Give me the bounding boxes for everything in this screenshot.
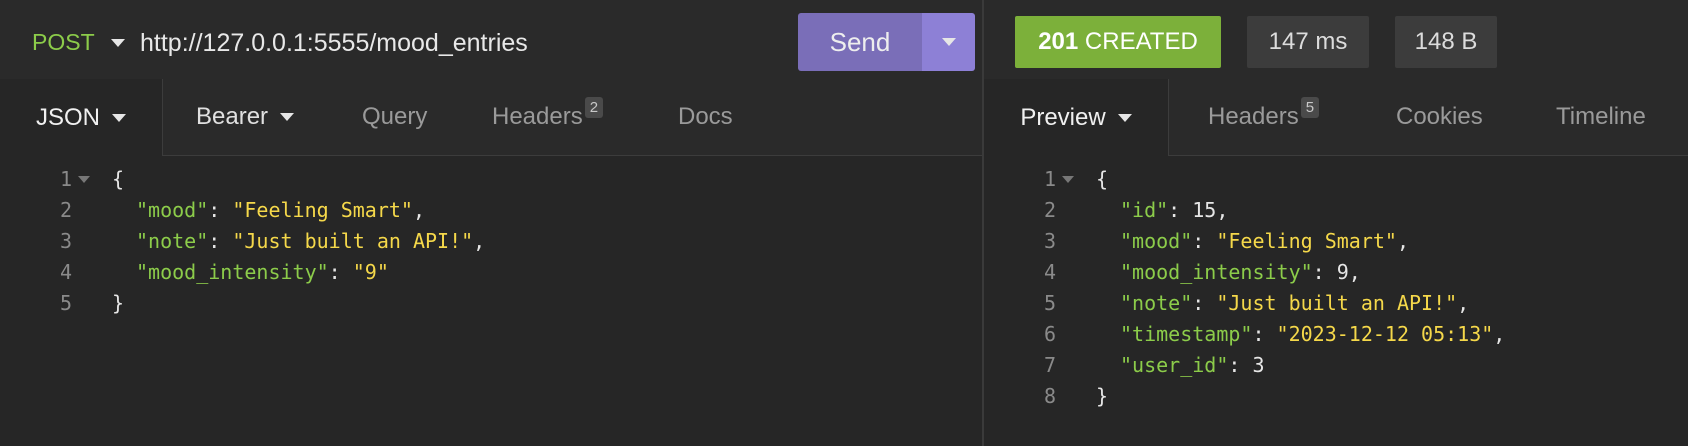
line-number: 5	[1043, 291, 1056, 315]
json-pair: "timestamp": "2023-12-12 05:13",	[1120, 322, 1506, 346]
json-key: "note"	[136, 229, 209, 253]
tab-label: Bearer	[196, 103, 269, 130]
tab-preview[interactable]: Preview	[984, 79, 1169, 156]
json-string-value: "9"	[352, 260, 389, 284]
json-punct: ,	[1493, 322, 1506, 346]
json-punct: ,	[1457, 291, 1470, 315]
json-pair: "mood_intensity": "9"	[136, 260, 389, 284]
brace: {	[112, 167, 125, 191]
request-tabs: JSON Bearer Query Headers 2 Docs	[0, 79, 982, 156]
method-dropdown-icon[interactable]	[111, 39, 125, 47]
line-number: 1	[1043, 167, 1056, 191]
json-key: "mood_intensity"	[1120, 260, 1313, 284]
json-punct: ,	[1216, 198, 1229, 222]
chevron-down-icon	[280, 113, 295, 121]
line-number: 6	[1043, 322, 1056, 346]
response-size: 148 B	[1395, 16, 1497, 68]
tab-timeline[interactable]: Timeline	[1556, 79, 1646, 155]
json-pair: "id": 15,	[1120, 198, 1229, 222]
json-punct: ,	[473, 229, 486, 253]
json-string-value: "2023-12-12 05:13"	[1276, 322, 1494, 346]
status-text: CREATED	[1084, 28, 1198, 55]
json-number-value: 3	[1252, 353, 1265, 377]
request-pane: POST http://127.0.0.1:5555/mood_entries …	[0, 0, 982, 446]
tab-headers[interactable]: Headers 2	[492, 79, 604, 155]
headers-count-badge: 5	[1300, 96, 1320, 118]
url-input[interactable]: http://127.0.0.1:5555/mood_entries	[140, 29, 528, 58]
json-string-value: "Feeling Smart"	[1216, 229, 1397, 253]
tab-label: Cookies	[1396, 103, 1483, 130]
line-number: 7	[1043, 353, 1056, 377]
json-pair: "user_id": 3	[1120, 353, 1265, 377]
brace: {	[1096, 167, 1109, 191]
json-pair: "mood_intensity": 9,	[1120, 260, 1361, 284]
json-punct: ,	[1396, 229, 1410, 253]
line-number: 4	[59, 260, 72, 284]
brace: }	[1096, 384, 1109, 408]
json-string-value: "Just built an API!"	[232, 229, 474, 253]
line-number: 2	[1043, 198, 1056, 222]
json-number-value: 9	[1336, 260, 1349, 284]
line-number: 4	[1043, 260, 1056, 284]
json-pair: "note": "Just built an API!",	[136, 229, 486, 253]
response-pane: 201 CREATED 147 ms 148 B Preview Headers…	[984, 0, 1688, 446]
json-number-value: 15	[1192, 198, 1217, 222]
tab-label: Preview	[1020, 103, 1106, 131]
response-tabs: Preview Headers 5 Cookies Timeline	[984, 79, 1688, 156]
json-punct: ,	[1348, 260, 1361, 284]
tab-label: Docs	[678, 103, 733, 130]
tab-docs[interactable]: Docs	[678, 79, 733, 155]
line-number: 3	[59, 229, 72, 253]
json-string-value: "Just built an API!"	[1216, 291, 1458, 315]
fold-toggle-icon[interactable]	[1062, 176, 1074, 183]
json-key: "mood_intensity"	[136, 260, 329, 284]
json-pair: "mood": "Feeling Smart",	[1120, 229, 1410, 253]
headers-count-badge: 2	[584, 96, 604, 118]
tab-label: Headers	[1208, 103, 1299, 130]
tab-bearer[interactable]: Bearer	[196, 79, 295, 155]
line-number: 8	[1043, 384, 1056, 408]
send-options-button[interactable]	[922, 13, 975, 71]
request-url-bar: POST http://127.0.0.1:5555/mood_entries …	[0, 0, 982, 80]
line-number: 2	[59, 198, 72, 222]
json-key: "mood"	[1120, 229, 1193, 253]
tab-response-headers[interactable]: Headers 5	[1208, 79, 1320, 155]
json-pair: "note": "Just built an API!",	[1120, 291, 1470, 315]
json-key: "user_id"	[1120, 353, 1229, 377]
line-number: 5	[59, 291, 72, 315]
fold-toggle-icon[interactable]	[78, 176, 90, 183]
chevron-down-icon	[941, 38, 956, 46]
method-selector[interactable]: POST	[32, 29, 95, 56]
response-time: 147 ms	[1247, 16, 1369, 68]
tab-query[interactable]: Query	[362, 79, 427, 155]
brace: }	[112, 291, 125, 315]
status-badge: 201 CREATED	[1015, 16, 1221, 68]
json-key: "id"	[1120, 198, 1169, 222]
tab-label: Timeline	[1556, 103, 1646, 130]
tab-label: Query	[362, 103, 428, 130]
json-key: "mood"	[136, 198, 209, 222]
json-punct: ,	[412, 198, 426, 222]
json-pair: "mood": "Feeling Smart",	[136, 198, 426, 222]
status-code: 201	[1038, 28, 1079, 55]
response-status-bar: 201 CREATED 147 ms 148 B	[984, 0, 1688, 80]
chevron-down-icon	[1117, 113, 1132, 122]
json-key: "note"	[1120, 291, 1193, 315]
json-key: "timestamp"	[1120, 322, 1253, 346]
tab-cookies[interactable]: Cookies	[1396, 79, 1483, 155]
chevron-down-icon	[112, 113, 126, 122]
tab-json[interactable]: JSON	[0, 79, 163, 156]
json-string-value: "Feeling Smart"	[232, 198, 413, 222]
tab-label: JSON	[35, 103, 100, 131]
line-number: 1	[59, 167, 72, 191]
send-button[interactable]: Send	[798, 13, 922, 71]
line-number: 3	[1043, 229, 1056, 253]
tab-label: Headers	[492, 103, 583, 130]
